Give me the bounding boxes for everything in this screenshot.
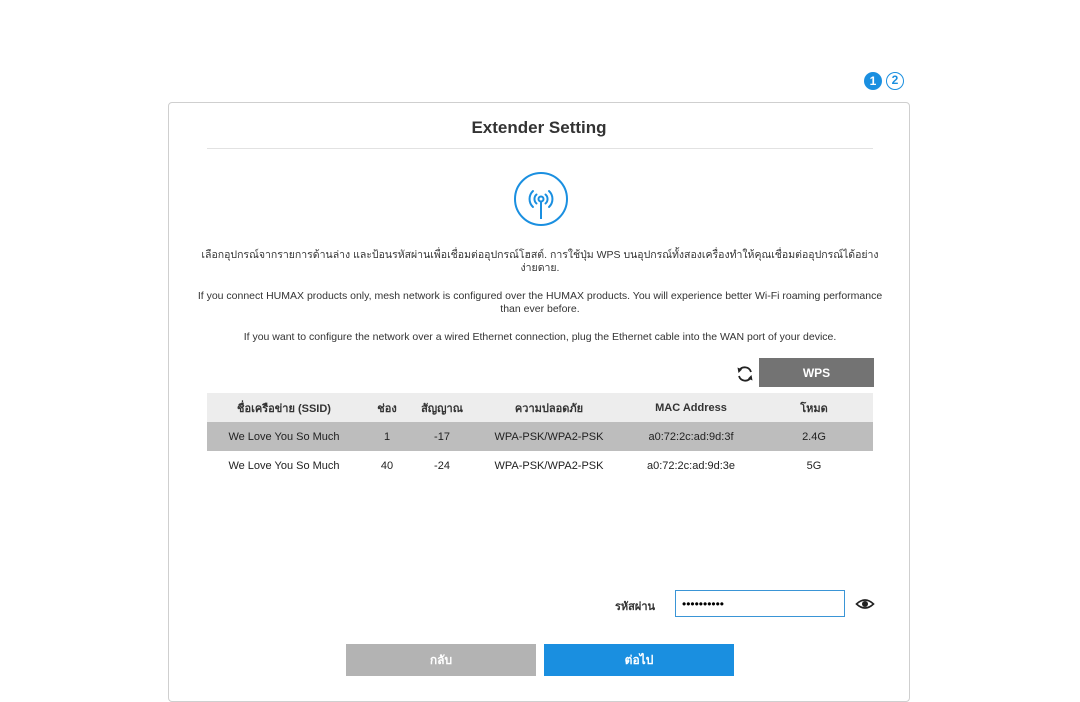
description-mesh: If you connect HUMAX products only, mesh… xyxy=(197,290,883,315)
password-label: รหัสผ่าน xyxy=(615,601,656,613)
password-input[interactable] xyxy=(675,590,845,617)
page-title: Extender Setting xyxy=(471,118,607,137)
cell-channel: 1 xyxy=(361,422,413,451)
title-divider xyxy=(207,148,873,149)
network-table: ชื่อเครือข่าย (SSID) ช่อง สัญญาณ ความปลอ… xyxy=(207,393,873,480)
cell-mode: 2.4G xyxy=(755,422,873,451)
cell-ssid: We Love You So Much xyxy=(228,459,340,472)
cell-mac: a0:72:2c:ad:9d:3f xyxy=(627,422,755,451)
extender-setting-panel: Extender Setting เลือกอุปกรณ์จากรายการด้… xyxy=(168,102,910,702)
access-point-icon xyxy=(514,172,568,226)
refresh-icon[interactable] xyxy=(735,364,755,384)
table-row[interactable]: We Love You So Much 40 -24 WPA-PSK/WPA2-… xyxy=(207,451,873,480)
cell-mac: a0:72:2c:ad:9d:3e xyxy=(646,459,736,472)
cell-ssid: We Love You So Much xyxy=(207,422,361,451)
header-ssid: ชื่อเครือข่าย (SSID) xyxy=(207,393,361,422)
header-mode: โหมด xyxy=(755,393,873,422)
cell-channel: 40 xyxy=(380,459,394,472)
eye-icon[interactable] xyxy=(855,594,875,614)
table-header-row: ชื่อเครือข่าย (SSID) ช่อง สัญญาณ ความปลอ… xyxy=(207,393,873,422)
cell-security: WPA-PSK/WPA2-PSK xyxy=(494,459,604,472)
step-1: 1 xyxy=(864,72,882,90)
description-wired: If you want to configure the network ove… xyxy=(243,331,837,343)
header-mac: MAC Address xyxy=(627,393,755,422)
wps-button[interactable]: WPS xyxy=(759,358,874,387)
header-channel: ช่อง xyxy=(361,393,413,422)
cell-security: WPA-PSK/WPA2-PSK xyxy=(471,422,627,451)
header-signal: สัญญาณ xyxy=(413,393,471,422)
header-security: ความปลอดภัย xyxy=(471,393,627,422)
back-button[interactable]: กลับ xyxy=(346,644,536,676)
cell-mode: 5G xyxy=(806,459,822,472)
step-indicator: 1 2 xyxy=(864,72,904,90)
cell-signal: -24 xyxy=(434,459,450,472)
cell-signal: -17 xyxy=(413,422,471,451)
next-button[interactable]: ต่อไป xyxy=(544,644,734,676)
table-row[interactable]: We Love You So Much 1 -17 WPA-PSK/WPA2-P… xyxy=(207,422,873,451)
description-thai: เลือกอุปกรณ์จากรายการด้านล่าง และป้อนรหั… xyxy=(201,249,879,274)
step-2: 2 xyxy=(886,72,904,90)
